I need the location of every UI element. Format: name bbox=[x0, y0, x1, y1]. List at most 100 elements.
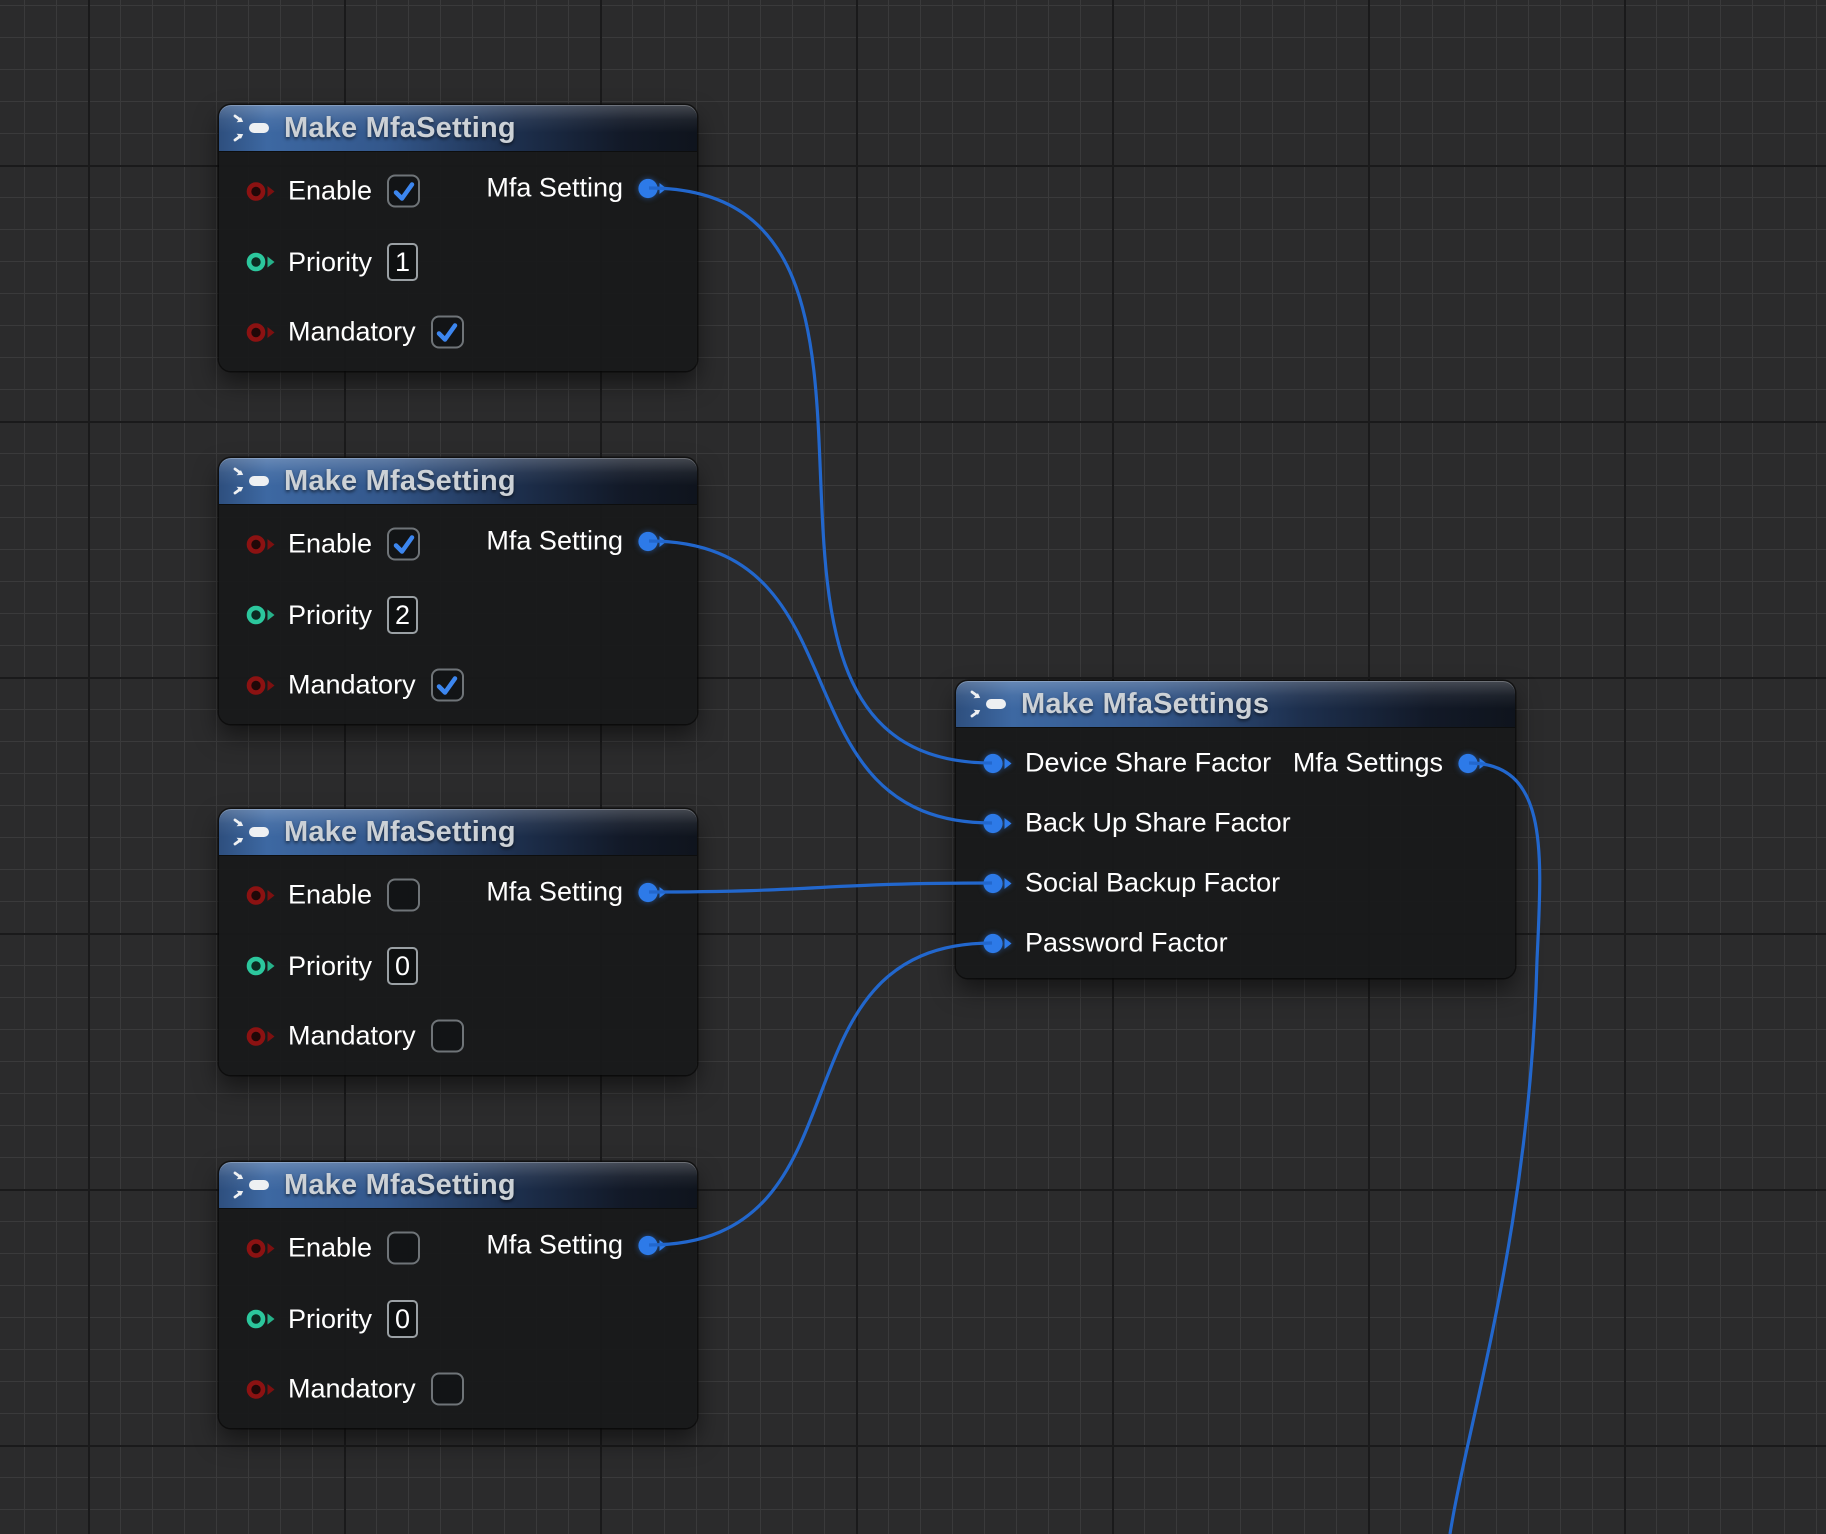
int-pin-icon[interactable] bbox=[245, 1307, 275, 1331]
pin-row-enable: Enable bbox=[245, 175, 420, 208]
struct-output-pin-icon[interactable] bbox=[636, 1232, 667, 1258]
pin-row-output: Mfa Setting bbox=[486, 877, 667, 908]
pin-row-output: Mfa Setting bbox=[486, 173, 667, 204]
bool-pin-icon[interactable] bbox=[245, 532, 275, 556]
pin-row-mandatory: Mandatory bbox=[245, 1020, 464, 1053]
enable-checkbox[interactable] bbox=[387, 879, 420, 912]
priority-input[interactable]: 1 bbox=[387, 243, 418, 281]
node-header[interactable]: Make MfaSetting bbox=[219, 809, 697, 855]
node-header[interactable]: Make MfaSetting bbox=[219, 458, 697, 504]
node-title: Make MfaSetting bbox=[284, 465, 516, 498]
mandatory-checkbox[interactable] bbox=[431, 1020, 464, 1053]
bool-pin-icon[interactable] bbox=[245, 320, 275, 344]
make-struct-icon bbox=[233, 818, 273, 846]
pin-row-back-up-share-factor: Back Up Share Factor bbox=[981, 808, 1291, 839]
pin-label: Mandatory bbox=[288, 317, 416, 348]
mandatory-checkbox[interactable] bbox=[431, 669, 464, 702]
wire[interactable] bbox=[649, 883, 992, 892]
blueprint-canvas[interactable]: Make MfaSetting Enable Priority 1 Mandat… bbox=[0, 0, 1826, 1534]
mandatory-checkbox[interactable] bbox=[431, 316, 464, 349]
int-pin-icon[interactable] bbox=[245, 603, 275, 627]
pin-label: Password Factor bbox=[1025, 928, 1228, 959]
make-struct-icon bbox=[233, 1171, 273, 1199]
pin-row-enable: Enable bbox=[245, 879, 420, 912]
pin-label: Mfa Setting bbox=[486, 1230, 623, 1261]
struct-pin-icon[interactable] bbox=[981, 750, 1012, 776]
bool-pin-icon[interactable] bbox=[245, 673, 275, 697]
priority-input[interactable]: 0 bbox=[387, 1300, 418, 1338]
pin-label: Social Backup Factor bbox=[1025, 868, 1280, 899]
node-header[interactable]: Make MfaSettings bbox=[956, 681, 1515, 727]
node-make-mfasetting-1[interactable]: Make MfaSetting Enable Priority 1 Mandat… bbox=[219, 105, 697, 371]
pin-row-priority: Priority 1 bbox=[245, 243, 418, 281]
pin-row-device-share-factor: Device Share Factor bbox=[981, 748, 1271, 779]
node-title: Make MfaSetting bbox=[284, 112, 516, 145]
bool-pin-icon[interactable] bbox=[245, 179, 275, 203]
node-make-mfasetting-4[interactable]: Make MfaSetting Enable Priority 0 Mandat… bbox=[219, 1162, 697, 1428]
pin-row-output: Mfa Setting bbox=[486, 1230, 667, 1261]
pin-row-priority: Priority 0 bbox=[245, 947, 418, 985]
struct-pin-icon[interactable] bbox=[981, 810, 1012, 836]
mandatory-checkbox[interactable] bbox=[431, 1373, 464, 1406]
pin-label: Priority bbox=[288, 951, 372, 982]
enable-checkbox[interactable] bbox=[387, 175, 420, 208]
struct-output-pin-icon[interactable] bbox=[636, 528, 667, 554]
node-header[interactable]: Make MfaSetting bbox=[219, 105, 697, 151]
node-title: Make MfaSetting bbox=[284, 816, 516, 849]
enable-checkbox[interactable] bbox=[387, 1232, 420, 1265]
wire[interactable] bbox=[649, 943, 992, 1245]
pin-row-social-backup-factor: Social Backup Factor bbox=[981, 868, 1280, 899]
pin-row-priority: Priority 2 bbox=[245, 596, 418, 634]
pin-label: Enable bbox=[288, 1233, 372, 1264]
make-struct-icon bbox=[970, 690, 1010, 718]
node-title: Make MfaSetting bbox=[284, 1169, 516, 1202]
make-struct-icon bbox=[233, 467, 273, 495]
pin-label: Priority bbox=[288, 1304, 372, 1335]
int-pin-icon[interactable] bbox=[245, 954, 275, 978]
make-struct-icon bbox=[233, 114, 273, 142]
pin-label: Mandatory bbox=[288, 670, 416, 701]
struct-output-pin-icon[interactable] bbox=[636, 879, 667, 905]
pin-label: Priority bbox=[288, 247, 372, 278]
pin-label: Enable bbox=[288, 880, 372, 911]
pin-row-password-factor: Password Factor bbox=[981, 928, 1228, 959]
struct-output-pin-icon[interactable] bbox=[1456, 750, 1487, 776]
pin-row-enable: Enable bbox=[245, 528, 420, 561]
node-header[interactable]: Make MfaSetting bbox=[219, 1162, 697, 1208]
pin-label: Device Share Factor bbox=[1025, 748, 1271, 779]
pin-label: Priority bbox=[288, 600, 372, 631]
pin-label: Enable bbox=[288, 176, 372, 207]
pin-row-output: Mfa Setting bbox=[486, 526, 667, 557]
pin-row-output: Mfa Settings bbox=[1293, 748, 1487, 779]
pin-row-mandatory: Mandatory bbox=[245, 669, 464, 702]
bool-pin-icon[interactable] bbox=[245, 883, 275, 907]
pin-row-priority: Priority 0 bbox=[245, 1300, 418, 1338]
pin-label: Mfa Setting bbox=[486, 526, 623, 557]
int-pin-icon[interactable] bbox=[245, 250, 275, 274]
pin-row-mandatory: Mandatory bbox=[245, 1373, 464, 1406]
pin-row-enable: Enable bbox=[245, 1232, 420, 1265]
wire[interactable] bbox=[649, 188, 992, 763]
node-make-mfasetting-2[interactable]: Make MfaSetting Enable Priority 2 Mandat… bbox=[219, 458, 697, 724]
pin-label: Enable bbox=[288, 529, 372, 560]
bool-pin-icon[interactable] bbox=[245, 1024, 275, 1048]
pin-label: Mandatory bbox=[288, 1374, 416, 1405]
struct-pin-icon[interactable] bbox=[981, 930, 1012, 956]
pin-label: Back Up Share Factor bbox=[1025, 808, 1291, 839]
node-title: Make MfaSettings bbox=[1021, 688, 1269, 721]
pin-label: Mandatory bbox=[288, 1021, 416, 1052]
enable-checkbox[interactable] bbox=[387, 528, 420, 561]
pin-row-mandatory: Mandatory bbox=[245, 316, 464, 349]
node-make-mfasetting-3[interactable]: Make MfaSetting Enable Priority 0 Mandat… bbox=[219, 809, 697, 1075]
bool-pin-icon[interactable] bbox=[245, 1236, 275, 1260]
bool-pin-icon[interactable] bbox=[245, 1377, 275, 1401]
pin-label: Mfa Settings bbox=[1293, 748, 1443, 779]
node-make-mfasettings[interactable]: Make MfaSettings Device Share Factor Bac… bbox=[956, 681, 1515, 978]
priority-input[interactable]: 2 bbox=[387, 596, 418, 634]
wire[interactable] bbox=[649, 541, 992, 823]
pin-label: Mfa Setting bbox=[486, 173, 623, 204]
pin-label: Mfa Setting bbox=[486, 877, 623, 908]
priority-input[interactable]: 0 bbox=[387, 947, 418, 985]
struct-output-pin-icon[interactable] bbox=[636, 175, 667, 201]
struct-pin-icon[interactable] bbox=[981, 870, 1012, 896]
